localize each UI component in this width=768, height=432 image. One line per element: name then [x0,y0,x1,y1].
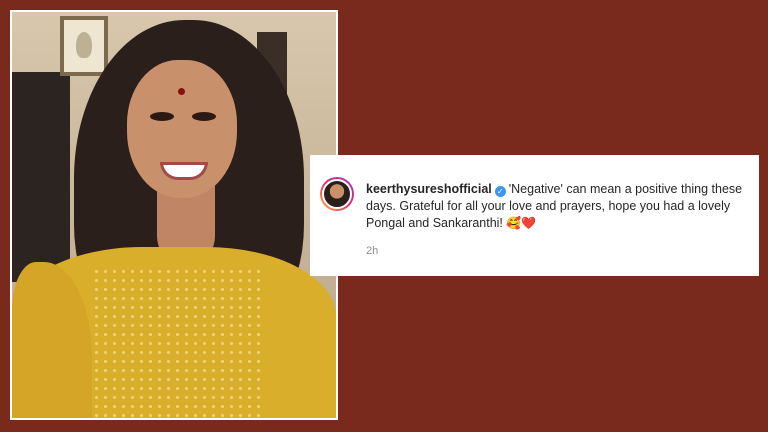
right-eye [192,112,216,121]
caption-emojis: 🥰❤️ [506,216,537,230]
post-timestamp[interactable]: 2h [366,245,378,257]
selfie-photo [12,12,336,418]
username-link[interactable]: keerthysureshofficial [366,182,492,196]
left-eye [150,112,174,121]
avatar-image [322,179,352,209]
bindi-dot [178,88,185,95]
background-wall-dark [12,72,70,282]
instagram-caption-card: keerthysureshofficial ✓ 'Negative' can mea… [310,155,759,276]
profile-avatar[interactable] [320,177,354,211]
wall-painting [60,16,108,76]
selfie-photo-frame [10,10,338,420]
verified-check-icon: ✓ [494,186,506,197]
caption-text: keerthysureshofficial ✓ 'Negative' can mea… [366,181,746,232]
